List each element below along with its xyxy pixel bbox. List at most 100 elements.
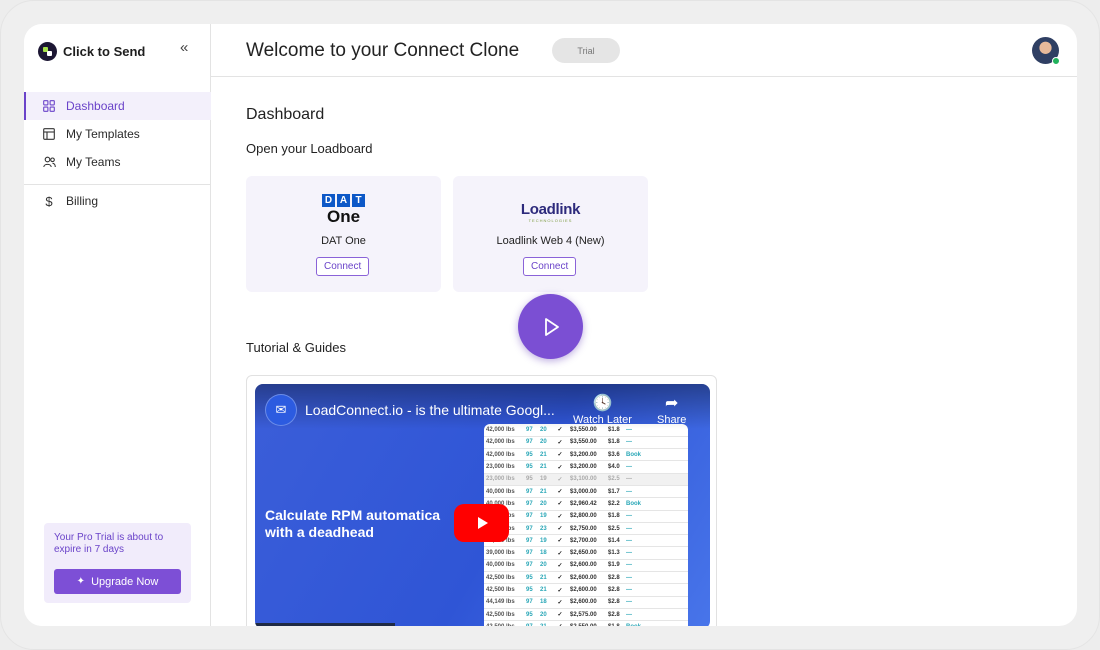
youtube-play-button[interactable] xyxy=(454,504,509,542)
page-title: Dashboard xyxy=(246,106,325,123)
sheet-cell: 97 xyxy=(524,522,538,536)
brand[interactable]: Click to Send xyxy=(38,41,145,61)
dat-one-logo: D A T One xyxy=(246,194,441,227)
sheet-cell: ✓ xyxy=(552,522,568,536)
sheet-cell: 21 xyxy=(538,571,552,585)
sheet-cell: $1.9 xyxy=(606,559,624,573)
dollar-icon: $ xyxy=(45,193,53,209)
sheet-cell: $2,600.00 xyxy=(568,596,606,609)
sheet-cell: 95 xyxy=(524,583,538,597)
sheet-row: 42,500 lbs9721✓$2,550.00$1.8Book xyxy=(484,620,688,626)
sheet-cell: 21 xyxy=(538,583,552,597)
play-tutorial-button[interactable] xyxy=(518,294,583,359)
play-icon xyxy=(477,517,488,529)
sheet-cell: 97 xyxy=(524,485,538,499)
sheet-cell: ✓ xyxy=(552,485,568,499)
sheet-cell: ✓ xyxy=(552,436,568,450)
video-title[interactable]: LoadConnect.io - is the ultimate Googl..… xyxy=(305,402,555,418)
tutorial-video-card: 42,000 lbs 97 20 ✓ $3,550.00 $1.8—42,000 lbs 9… xyxy=(246,375,717,626)
dashboard-icon xyxy=(42,99,56,113)
connect-dat-button[interactable]: Connect xyxy=(316,257,370,276)
sheet-cell: — xyxy=(624,571,688,585)
sheet-cell: — xyxy=(624,460,688,474)
online-status-icon xyxy=(1052,57,1060,65)
share-button[interactable]: ➦ Share xyxy=(657,394,686,426)
sheet-cell: 21 xyxy=(538,460,552,474)
video-progress-bar[interactable] xyxy=(255,623,395,626)
watch-later-button[interactable]: 🕓 Watch Later xyxy=(573,394,632,426)
sheet-cell: ✓ xyxy=(552,497,568,511)
sheet-cell: ✓ xyxy=(552,510,568,523)
sheet-cell: $2,700.00 xyxy=(568,534,606,548)
sheet-cell: $3,550.00 xyxy=(568,436,606,450)
loadboard-name: Loadlink Web 4 (New) xyxy=(496,235,605,247)
collapse-sidebar-icon[interactable]: « xyxy=(180,39,188,56)
nav-divider xyxy=(24,184,211,185)
video-player[interactable]: 42,000 lbs 97 20 ✓ $3,550.00 $1.8—42,000 lbs 9… xyxy=(255,384,710,626)
app-window: Click to Send « Dashboard My Templates M… xyxy=(24,24,1077,626)
sheet-cell: $2,600.00 xyxy=(568,571,606,585)
trial-notice-text: Your Pro Trial is about to expire in 7 d… xyxy=(54,532,164,555)
top-header: Welcome to your Connect Clone Trial xyxy=(211,24,1077,77)
sidebar-item-dashboard[interactable]: Dashboard xyxy=(24,92,211,120)
sidebar-item-teams[interactable]: My Teams xyxy=(24,148,211,176)
sheet-cell: 42,500 lbs xyxy=(484,608,524,622)
video-spreadsheet: 42,000 lbs 97 20 ✓ $3,550.00 $1.8—42,000 lbs 9… xyxy=(484,424,688,626)
sheet-row: 40,000 lbs9719✓$2,800.00$1.8— xyxy=(484,510,688,523)
sheet-cell: 21 xyxy=(538,448,552,462)
video-overlay-text: Calculate RPM automatica with a deadhead xyxy=(265,507,441,540)
sheet-cell: 20 xyxy=(538,559,552,573)
sheet-cell: $2.8 xyxy=(606,596,624,609)
sheet-row: 42,000 lbs 95 21 ✓ $3,200.00 $3.6 Book xyxy=(484,448,688,462)
sheet-cell: ✓ xyxy=(552,571,568,585)
tutorials-heading: Tutorial & Guides xyxy=(246,340,346,355)
loadboard-name: DAT One xyxy=(321,235,366,247)
upgrade-now-button[interactable]: ✦ Upgrade Now xyxy=(54,569,181,594)
sheet-cell: 40,000 lbs xyxy=(484,559,524,573)
sheet-cell: 97 xyxy=(524,497,538,511)
sheet-row: 42,500 lbs 95 20 ✓ $2,575.00 $2.8— xyxy=(484,608,688,622)
sheet-cell: 42,500 lbs xyxy=(484,620,524,626)
play-icon xyxy=(544,317,559,336)
trial-notice-card: Your Pro Trial is about to expire in 7 d… xyxy=(44,523,191,603)
sheet-cell: $1.3 xyxy=(606,546,624,560)
sheet-cell: $1.8 xyxy=(606,510,624,523)
sheet-cell: — xyxy=(624,522,688,536)
connect-loadlink-button[interactable]: Connect xyxy=(523,257,577,276)
sidebar-item-templates[interactable]: My Templates xyxy=(24,120,211,148)
sheet-cell: 97 xyxy=(524,596,538,609)
page-header-title: Welcome to your Connect Clone xyxy=(246,40,520,61)
sheet-cell: — xyxy=(624,436,688,450)
sheet-cell: 95 xyxy=(524,571,538,585)
sheet-cell: $2,650.00 xyxy=(568,546,606,560)
loadboard-card-loadlink: Loadlink TECHNOLOGIES Loadlink Web 4 (Ne… xyxy=(453,176,648,292)
sheet-cell: — xyxy=(624,510,688,523)
sheet-cell: 42,500 lbs xyxy=(484,583,524,597)
sheet-cell: $2,600.00 xyxy=(568,583,606,597)
sheet-cell: $3.6 xyxy=(606,448,624,462)
sheet-cell: 23,000 lbs xyxy=(484,460,524,474)
sparkle-icon: ✦ xyxy=(76,576,86,587)
sheet-cell: ✓ xyxy=(552,620,568,626)
sheet-row: 42,500 lbs 95 21 ✓ $2,600.00 $2.8— xyxy=(484,583,688,597)
sheet-cell: 21 xyxy=(538,485,552,499)
sheet-cell: $2,600.00 xyxy=(568,559,606,573)
sheet-row: 40,000 lbs9720✓$2,960.42$2.2Book xyxy=(484,497,688,511)
sheet-cell: 19 xyxy=(538,473,552,486)
sidebar-item-label: Dashboard xyxy=(66,99,125,113)
sheet-cell: — xyxy=(624,485,688,499)
share-icon: ➦ xyxy=(664,395,679,412)
sheet-cell: 95 xyxy=(524,460,538,474)
loadboard-card-dat: D A T One DAT One Connect xyxy=(246,176,441,292)
channel-avatar-icon[interactable]: ✉ xyxy=(265,394,297,426)
brand-logo-icon xyxy=(38,41,57,61)
sidebar-item-billing[interactable]: $ Billing xyxy=(24,187,211,215)
templates-icon xyxy=(42,127,56,141)
sheet-cell: $2,800.00 xyxy=(568,510,606,523)
sheet-row: 40,000 lbs 97 21 ✓ $3,000.00 $1.7— xyxy=(484,485,688,499)
sheet-cell: $2.8 xyxy=(606,583,624,597)
sheet-cell: — xyxy=(624,473,688,486)
sheet-cell: — xyxy=(624,596,688,609)
sheet-cell: 95 xyxy=(524,448,538,462)
sheet-row: 42,000 lbs 97 20 ✓ $3,550.00 $1.8— xyxy=(484,436,688,450)
